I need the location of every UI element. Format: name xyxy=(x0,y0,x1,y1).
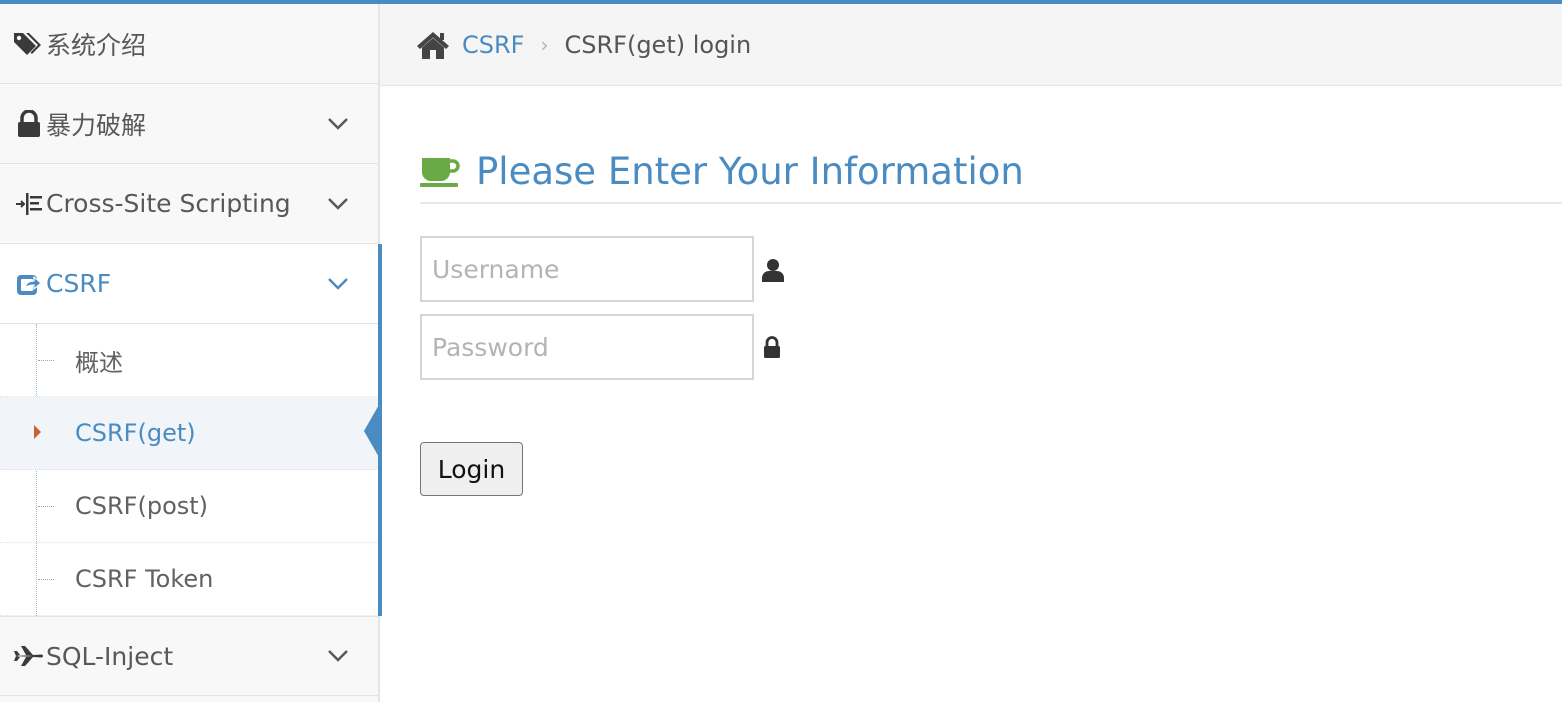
sidebar-item-sql-inject[interactable]: SQL-Inject xyxy=(0,616,378,696)
password-input[interactable] xyxy=(420,314,754,380)
submenu-connector xyxy=(38,360,54,361)
sidebar-item-label: 系统介绍 xyxy=(46,30,147,60)
active-pointer-icon xyxy=(364,403,380,459)
user-icon xyxy=(762,258,784,282)
sidebar-item-label: SQL-Inject xyxy=(46,641,174,671)
share-square-icon xyxy=(12,271,46,297)
submenu-item-label: CSRF Token xyxy=(75,565,214,593)
sidebar-item-csrf[interactable]: CSRF xyxy=(0,244,378,324)
breadcrumb-separator-icon: › xyxy=(540,32,549,57)
chevron-down-icon xyxy=(318,649,358,663)
sidebar: 系统介绍 暴力破解 Cross-Site Scripting CSRF 概述 C… xyxy=(0,4,382,702)
caret-right-icon xyxy=(34,425,41,439)
chevron-down-icon xyxy=(318,197,358,211)
submenu-item-label: 概述 xyxy=(75,348,123,377)
submenu-item-label: CSRF(post) xyxy=(75,492,209,520)
submenu-connector xyxy=(38,579,54,580)
submenu-connector xyxy=(38,506,54,507)
login-button[interactable]: Login xyxy=(420,442,523,496)
home-icon[interactable] xyxy=(416,30,450,60)
lock-icon xyxy=(12,109,46,138)
sidebar-item-brute-force[interactable]: 暴力破解 xyxy=(0,84,378,164)
indent-icon xyxy=(12,191,46,217)
lock-icon xyxy=(763,336,781,358)
sidebar-item-intro[interactable]: 系统介绍 xyxy=(0,4,378,84)
submenu-item-label: CSRF(get) xyxy=(75,419,196,447)
submenu-item-csrf-token[interactable]: CSRF Token xyxy=(0,543,378,616)
submenu-item-overview[interactable]: 概述 xyxy=(0,324,378,397)
breadcrumb-current: CSRF(get) login xyxy=(564,30,752,59)
breadcrumb-link-csrf[interactable]: CSRF xyxy=(462,31,524,59)
page-title: Please Enter Your Information xyxy=(420,140,1562,204)
csrf-submenu: 概述 CSRF(get) CSRF(post) CSRF Token xyxy=(0,244,382,616)
username-input[interactable] xyxy=(420,236,754,302)
coffee-cup-icon xyxy=(420,155,460,187)
submenu-item-csrf-get[interactable]: CSRF(get) xyxy=(0,397,380,470)
sidebar-item-label: CSRF xyxy=(46,269,112,298)
sidebar-item-xss[interactable]: Cross-Site Scripting xyxy=(0,164,378,244)
breadcrumb: CSRF › CSRF(get) login xyxy=(380,4,1562,86)
sidebar-item-label: 暴力破解 xyxy=(46,110,147,140)
chevron-down-icon xyxy=(318,117,358,131)
tags-icon xyxy=(12,31,46,57)
form-heading: Please Enter Your Information xyxy=(476,149,1024,193)
plane-icon xyxy=(12,645,46,667)
submenu-item-csrf-post[interactable]: CSRF(post) xyxy=(0,470,378,543)
sidebar-item-label: Cross-Site Scripting xyxy=(46,189,291,218)
chevron-down-icon xyxy=(318,277,358,291)
